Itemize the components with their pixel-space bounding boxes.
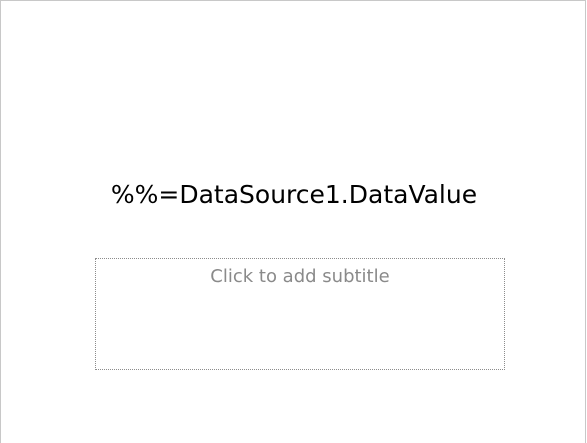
subtitle-placeholder-text: Click to add subtitle <box>210 266 390 287</box>
slide-title[interactable]: %%=DataSource1.DataValue <box>41 169 547 219</box>
slide-canvas[interactable]: %%=DataSource1.DataValue Click to add su… <box>0 0 586 443</box>
subtitle-placeholder-box[interactable]: Click to add subtitle <box>95 258 505 370</box>
